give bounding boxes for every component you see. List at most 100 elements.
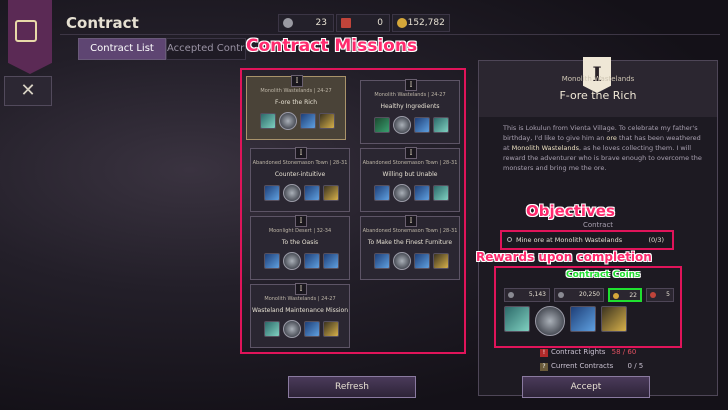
- water-drop-icon[interactable]: [570, 306, 596, 332]
- reward-exp: 5,143: [504, 288, 550, 302]
- mission-region: Abandoned Stonemason Town | 28-31: [252, 160, 348, 166]
- mission-rewards: [371, 115, 451, 135]
- rewards-box: Contract Coins 5,143 20,250 22 5: [494, 266, 682, 348]
- mission-card[interactable]: I Abandoned Stonemason Town | 28-31 Coun…: [250, 147, 350, 212]
- currency-arrow: 0: [336, 14, 390, 32]
- mission-card[interactable]: I Monolith Wastelands | 24-27 F-ore the …: [246, 75, 346, 140]
- arrow-token-icon: [341, 18, 351, 28]
- mission-rewards: [261, 319, 341, 339]
- gem-shard-icon: [263, 321, 280, 337]
- silver-coin-icon: [283, 18, 293, 28]
- detail-region: Monolith Wastelands: [561, 75, 635, 83]
- mission-rewards: [261, 183, 341, 203]
- contract-section-label: Contract: [582, 221, 614, 229]
- mission-title: Healthy Ingredients: [380, 103, 440, 110]
- header-divider: [60, 34, 720, 35]
- silver-orb-icon: [282, 184, 301, 202]
- crystal-icon: [373, 185, 390, 201]
- reward-contract-coins: 22: [608, 288, 642, 302]
- water-drop-icon: [303, 321, 320, 337]
- detail-header: I Monolith Wastelands F-ore the Rich: [479, 57, 717, 117]
- contract-rights: ! Contract Rights 58 / 60: [540, 348, 636, 357]
- mission-card[interactable]: I Monolith Wastelands | 24-27 Healthy In…: [360, 79, 460, 144]
- objective-row: Mine ore at Monolith Wastelands (0/3): [500, 230, 674, 250]
- annotation-objectives: Objectives: [526, 202, 615, 220]
- mission-card[interactable]: I Abandoned Stonemason Town | 28-31 Will…: [360, 147, 460, 212]
- mission-rewards: [257, 111, 337, 131]
- silver-orb-icon: [278, 112, 297, 130]
- rank-badge: I: [405, 79, 417, 91]
- mission-title: To Make the Finest Furniture: [367, 239, 453, 246]
- reward-token: 5: [646, 288, 674, 302]
- silver-orb-icon: [392, 184, 411, 202]
- gem-shard-icon[interactable]: [504, 306, 530, 332]
- mission-region: Abandoned Stonemason Town | 28-31: [362, 160, 458, 166]
- mission-title: To the Oasis: [281, 239, 319, 246]
- rank-badge: I: [295, 147, 307, 159]
- reward-items: [504, 306, 676, 340]
- annotation-contract-coins: Contract Coins: [566, 270, 641, 280]
- refresh-button[interactable]: Refresh: [288, 376, 416, 398]
- silver-icon: [558, 292, 564, 298]
- mission-region: Monolith Wastelands | 24-27: [374, 92, 446, 98]
- close-button[interactable]: ✕: [4, 76, 52, 106]
- gold-coin-icon: [397, 18, 407, 28]
- mission-region: Abandoned Stonemason Town | 28-31: [362, 228, 458, 234]
- scroll-icon: [15, 20, 37, 42]
- rank-badge: I: [405, 147, 417, 159]
- mission-card[interactable]: I Abandoned Stonemason Town | 28-31 To M…: [360, 215, 460, 280]
- currency-silver: 23: [278, 14, 334, 32]
- detail-description: This is Lokulun from Vienta Village. To …: [503, 124, 702, 172]
- currency-gold: 5,152,782: [392, 14, 450, 32]
- mission-region: Moonlight Desert | 32-34: [268, 228, 332, 234]
- scroll-reward-icon: [322, 185, 339, 201]
- rank-badge: I: [291, 75, 303, 87]
- mission-card[interactable]: I Monolith Wastelands | 24-27 Wasteland …: [250, 283, 350, 348]
- objective-bullet-icon: [507, 237, 512, 242]
- silver-orb-icon[interactable]: [535, 306, 565, 336]
- water-drop-icon: [413, 253, 430, 269]
- mission-region: Monolith Wastelands | 24-27: [260, 88, 332, 94]
- mission-title: Wasteland Maintenance Mission: [251, 307, 349, 314]
- herb-icon: [373, 117, 390, 133]
- mission-title: Willing but Unable: [382, 171, 438, 178]
- objective-text: Mine ore at Monolith Wastelands: [516, 236, 623, 244]
- water-drop-icon: [303, 253, 320, 269]
- water-drop-icon: [303, 185, 320, 201]
- gem-shard-icon: [432, 117, 449, 133]
- current-contracts: ? Current Contracts 0 / 5: [540, 362, 643, 371]
- water-drop-icon: [413, 185, 430, 201]
- token-icon: [650, 292, 656, 298]
- gold-pouch-icon[interactable]: [601, 306, 627, 332]
- contract-coin-icon: [613, 293, 619, 299]
- water-drop-icon: [299, 113, 316, 129]
- accept-button[interactable]: Accept: [522, 376, 650, 398]
- rank-badge: I: [405, 215, 417, 227]
- silver-orb-icon: [282, 252, 301, 270]
- objective-count: (0/3): [648, 236, 664, 244]
- mission-rewards: [371, 251, 451, 271]
- warning-icon: !: [540, 349, 548, 357]
- gem-shard-icon: [432, 185, 449, 201]
- crystal-icon: [373, 253, 390, 269]
- gem-shard-icon: [259, 113, 276, 129]
- detail-title: F-ore the Rich: [559, 89, 637, 102]
- reward-currency-row: 5,143 20,250 22 5: [504, 288, 676, 302]
- rank-badge: I: [295, 215, 307, 227]
- reward-silver: 20,250: [554, 288, 604, 302]
- tab-accepted-contracts[interactable]: Accepted Contracts: [166, 38, 246, 60]
- rank-badge: I: [295, 283, 307, 295]
- mission-list: I Monolith Wastelands | 24-27 F-ore the …: [240, 68, 466, 354]
- mission-title: F-ore the Rich: [274, 99, 318, 106]
- currency-value: 23: [315, 18, 327, 28]
- scroll-reward-icon: [322, 321, 339, 337]
- water-drop-icon: [413, 117, 430, 133]
- potion-icon: [322, 253, 339, 269]
- silver-orb-icon: [392, 252, 411, 270]
- silver-orb-icon: [392, 116, 411, 134]
- tab-contract-list[interactable]: Contract List: [78, 38, 166, 60]
- mission-rewards: [261, 251, 341, 271]
- mission-card[interactable]: I Moonlight Desert | 32-34 To the Oasis: [250, 215, 350, 280]
- exp-icon: [508, 292, 514, 298]
- gold-pouch-icon: [318, 113, 335, 129]
